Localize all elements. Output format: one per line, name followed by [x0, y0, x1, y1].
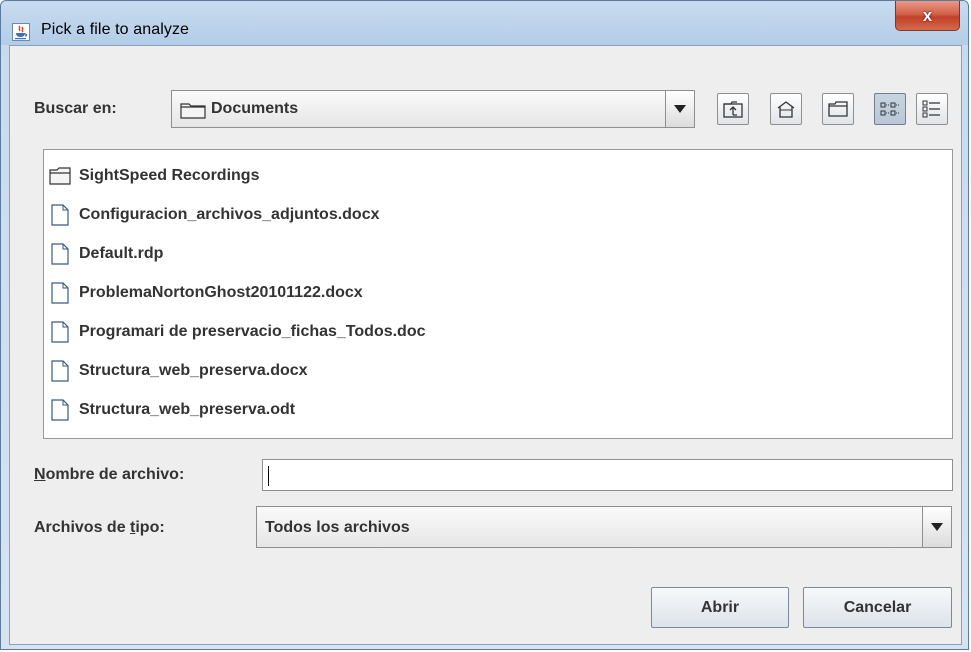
file-chooser-dialog: Pick a file to analyze x Buscar en: Docu… — [0, 0, 969, 650]
file-name-input[interactable] — [262, 459, 953, 491]
list-item[interactable]: Structura_web_preserva.odt — [49, 396, 295, 424]
file-name-label-mnemonic: N — [34, 466, 46, 483]
document-icon — [51, 243, 69, 265]
file-type-value: Todos los archivos — [265, 519, 410, 536]
look-in-value: Documents — [211, 100, 299, 117]
look-in-combo[interactable]: Documents — [171, 90, 695, 128]
file-name: Structura_web_preserva.odt — [79, 401, 296, 418]
up-folder-icon — [723, 101, 743, 118]
list-item[interactable]: Default.rdp — [49, 240, 163, 268]
look-in-dropdown-button[interactable] — [665, 90, 695, 128]
list-view-button[interactable] — [874, 93, 906, 125]
up-folder-button[interactable] — [717, 93, 749, 125]
file-type-label-pre: Archivos de — [34, 519, 131, 536]
document-icon — [51, 360, 69, 382]
close-button[interactable]: x — [895, 1, 960, 31]
home-icon — [777, 101, 795, 118]
new-folder-icon — [828, 101, 848, 117]
details-view-button[interactable] — [916, 93, 948, 125]
window-title: Pick a file to analyze — [41, 21, 190, 38]
look-in-label: Buscar en: — [34, 100, 117, 117]
open-button[interactable]: Abrir — [651, 587, 789, 628]
list-item[interactable]: Programari de preservacio_fichas_Todos.d… — [49, 318, 426, 346]
document-icon — [51, 282, 69, 304]
new-folder-button[interactable] — [822, 93, 854, 125]
list-view-icon — [880, 102, 899, 116]
file-type-combo[interactable]: Todos los archivos — [256, 506, 952, 548]
cancel-button[interactable]: Cancelar — [803, 587, 952, 628]
text-caret — [268, 466, 269, 486]
title-bar[interactable]: Pick a file to analyze x — [1, 1, 968, 45]
list-item[interactable]: Configuracion_archivos_adjuntos.docx — [49, 201, 380, 229]
list-item[interactable]: ProblemaNortonGhost20101122.docx — [49, 279, 363, 307]
document-icon — [51, 399, 69, 421]
details-view-icon — [922, 100, 940, 118]
file-name: ProblemaNortonGhost20101122.docx — [79, 284, 363, 301]
document-icon — [51, 204, 69, 226]
file-type-label-post: ipo: — [135, 519, 165, 536]
chevron-down-icon — [674, 105, 686, 113]
file-name: Programari de preservacio_fichas_Todos.d… — [79, 323, 426, 340]
close-icon: x — [922, 5, 933, 25]
file-type-dropdown-button[interactable] — [922, 506, 952, 548]
chevron-down-icon — [931, 523, 943, 531]
folder-icon — [49, 167, 71, 185]
folder-icon — [180, 103, 206, 119]
list-item[interactable]: Structura_web_preserva.docx — [49, 357, 308, 385]
file-name: SightSpeed Recordings — [79, 167, 260, 184]
file-name-label-text: ombre de archivo: — [45, 466, 185, 483]
dialog-content: Buscar en: Documents SightSpeed Recordin… — [9, 45, 962, 645]
document-icon — [51, 321, 69, 343]
list-item[interactable]: SightSpeed Recordings — [49, 162, 259, 190]
file-type-label: Archivos de tipo: — [34, 519, 165, 537]
file-name: Configuracion_archivos_adjuntos.docx — [79, 206, 380, 223]
java-app-icon — [12, 23, 30, 41]
file-name: Structura_web_preserva.docx — [79, 362, 308, 379]
file-name: Default.rdp — [79, 245, 164, 262]
home-button[interactable] — [770, 93, 802, 125]
file-list[interactable]: SightSpeed Recordings Configuracion_arch… — [43, 149, 953, 439]
file-name-label: Nombre de archivo: — [34, 466, 184, 484]
